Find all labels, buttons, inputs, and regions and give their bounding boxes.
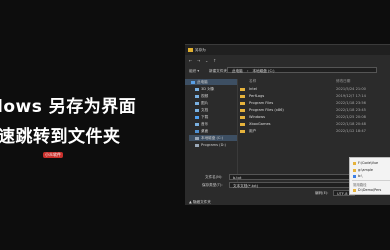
cube-icon xyxy=(195,87,199,91)
column-header-date[interactable]: 修改日期 xyxy=(336,79,350,84)
popup-item-label: g:\ample xyxy=(358,168,373,172)
folder-icon xyxy=(240,94,245,98)
list-item[interactable]: Program Files 2022/1/18 23:56 xyxy=(240,100,390,106)
new-folder-button[interactable]: 新建文件夹 xyxy=(209,69,227,74)
sidebar-item-label: 文档 xyxy=(201,108,209,112)
file-date: 2021/5/24 21:00 xyxy=(336,87,366,91)
column-header-name[interactable]: 名称 xyxy=(249,79,256,84)
sidebar-item-label: 本地磁盘 (C:) xyxy=(201,136,224,140)
file-name: 用户 xyxy=(249,129,257,133)
popup-separator xyxy=(352,180,390,181)
file-name: Program Files xyxy=(249,101,274,105)
sidebar-item-label: 下载 xyxy=(201,115,209,119)
sidebar-item-videos[interactable]: 视频 xyxy=(195,93,208,99)
file-name: Windows xyxy=(249,115,266,119)
folder-icon xyxy=(240,115,245,119)
file-date: 2022/1/12 18:47 xyxy=(336,129,366,133)
navigation-pane: 此电脑 3D 对象 视频 图片 文档 下载 音乐 桌面 本地磁盘 (C:) Pr… xyxy=(185,79,237,187)
banner-title-line2: 速跳转到文件夹 xyxy=(0,127,121,147)
popup-item-label: D:\Demo\Pers xyxy=(358,188,382,192)
file-list: 名称 修改日期 Intel 2021/5/24 21:00 PerfLogs 2… xyxy=(240,79,390,159)
file-name: Program Files (x86) xyxy=(249,108,284,112)
filename-input[interactable]: b.txt xyxy=(229,174,369,180)
sidebar-item-programs-d[interactable]: Programs (D:) xyxy=(195,142,226,148)
list-item[interactable]: PerfLogs 2019/12/7 17:14 xyxy=(240,93,390,99)
sidebar-item-label: 此电脑 xyxy=(197,80,208,84)
banner-title-line1: lows 另存为界面 xyxy=(0,97,137,117)
document-icon xyxy=(195,108,199,112)
file-date: 2022/1/25 20:08 xyxy=(336,115,366,119)
popup-item-label: F:\Code\Vue xyxy=(358,161,379,165)
video-icon xyxy=(195,94,199,98)
desktop-icon xyxy=(195,129,199,133)
nav-bar: ← → ⌄ ↑ 此电脑 › 本地磁盘 (C:) xyxy=(185,55,390,73)
folder-icon xyxy=(240,108,245,112)
up-arrow-icon[interactable]: ↑ xyxy=(213,58,216,63)
popup-item-path[interactable]: D:\Demo\Pers xyxy=(353,188,381,192)
file-name: XboxGames xyxy=(249,122,271,126)
popup-section-label: 常用路径 xyxy=(353,183,367,187)
list-item[interactable]: Program Files (x86) 2022/1/18 23:45 xyxy=(240,107,390,113)
popup-item-path[interactable]: F:\Code\Vue xyxy=(353,161,378,165)
savetype-select[interactable]: 文本文档(*.txt) xyxy=(229,182,369,188)
notepad-icon xyxy=(188,48,193,52)
sidebar-item-label: 3D 对象 xyxy=(201,87,215,91)
file-name: PerfLogs xyxy=(249,94,265,98)
list-item[interactable]: 用户 2022/1/12 18:47 xyxy=(240,128,390,134)
folder-icon xyxy=(353,188,356,192)
popup-item-path[interactable]: g:\ample xyxy=(353,168,373,172)
organize-menu[interactable]: 组织 ▾ xyxy=(189,69,199,74)
savetype-label: 保存类型(T): xyxy=(202,183,223,187)
sidebar-item-documents[interactable]: 文档 xyxy=(195,107,208,113)
window-title: 另存为 xyxy=(195,48,206,52)
folder-icon xyxy=(240,129,245,133)
pane-divider[interactable] xyxy=(237,79,238,187)
sidebar-item-label: 桌面 xyxy=(201,129,209,133)
computer-icon xyxy=(191,80,195,84)
music-icon xyxy=(195,122,199,126)
sidebar-item-label: 图片 xyxy=(201,101,209,105)
sidebar-item-label: 音乐 xyxy=(201,122,209,126)
sidebar-item-3d-objects[interactable]: 3D 对象 xyxy=(195,86,214,92)
drive-icon xyxy=(195,136,199,140)
folder-icon xyxy=(353,168,356,172)
title-bar: 另存为 xyxy=(185,45,390,55)
sidebar-item-this-pc[interactable]: 此电脑 xyxy=(185,79,237,85)
brand-badge: 小众软件 xyxy=(43,152,63,158)
file-name: Intel xyxy=(249,87,257,91)
file-date: 2022/1/18 23:45 xyxy=(336,108,366,112)
popup-item-label: b:\ xyxy=(358,174,363,178)
chevron-down-icon[interactable]: ⌄ xyxy=(205,58,208,63)
forward-arrow-icon[interactable]: → xyxy=(197,58,200,63)
popup-item-path[interactable]: b:\ xyxy=(353,174,362,178)
sidebar-item-local-disk-c[interactable]: 本地磁盘 (C:) xyxy=(189,135,237,141)
sidebar-item-label: 视频 xyxy=(201,94,209,98)
sidebar-item-downloads[interactable]: 下载 xyxy=(195,114,208,120)
file-date: 2019/12/7 17:14 xyxy=(336,94,366,98)
file-date: 2022/1/18 20:48 xyxy=(336,122,366,126)
file-date: 2022/1/18 23:56 xyxy=(336,101,366,105)
folder-icon xyxy=(240,101,245,105)
banner: lows 另存为界面 速跳转到文件夹 小众软件 xyxy=(0,0,185,250)
toolbar: 组织 ▾ 新建文件夹 xyxy=(185,67,390,75)
encoding-label: 编码(E): xyxy=(315,191,329,195)
folder-icon xyxy=(353,161,356,165)
list-item[interactable]: Windows 2022/1/25 20:08 xyxy=(240,114,390,120)
sidebar-item-music[interactable]: 音乐 xyxy=(195,121,208,127)
sidebar-item-desktop[interactable]: 桌面 xyxy=(195,128,208,134)
hide-folders-toggle[interactable]: ▲ 隐藏文件夹 xyxy=(189,200,211,205)
folder-icon xyxy=(240,122,245,126)
list-item[interactable]: Intel 2021/5/24 21:00 xyxy=(240,86,390,92)
folder-icon xyxy=(240,87,245,91)
download-icon xyxy=(195,115,199,119)
drive-icon xyxy=(195,143,199,147)
filename-label: 文件名(N): xyxy=(205,175,223,179)
back-arrow-icon[interactable]: ← xyxy=(189,58,192,63)
sidebar-item-pictures[interactable]: 图片 xyxy=(195,100,208,106)
picture-icon xyxy=(195,101,199,105)
list-item[interactable]: XboxGames 2022/1/18 20:48 xyxy=(240,121,390,127)
sidebar-item-label: Programs (D:) xyxy=(201,143,226,147)
drive-icon xyxy=(353,174,356,178)
quick-jump-popup: F:\Code\Vue g:\ample b:\ 常用路径 D:\Demo\Pe… xyxy=(349,157,390,195)
